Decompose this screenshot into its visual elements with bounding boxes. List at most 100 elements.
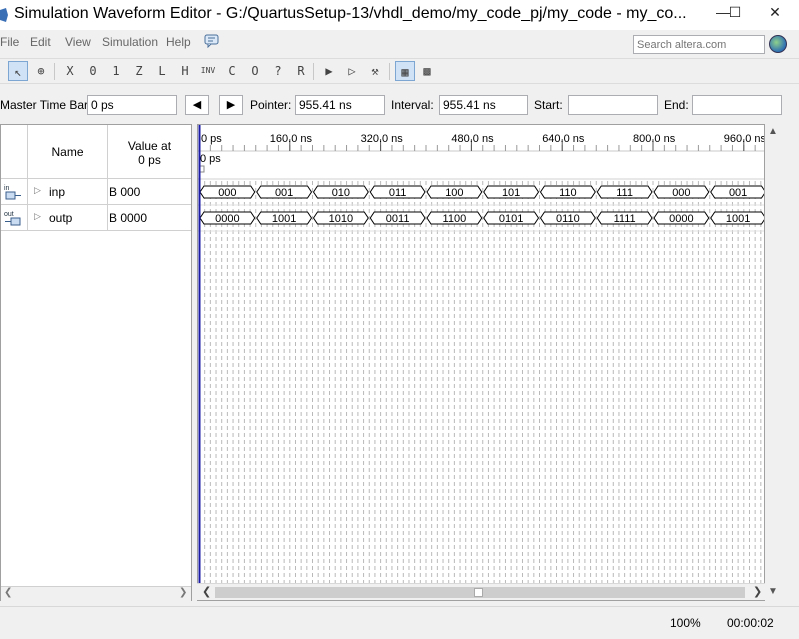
pointer-icon[interactable]: ↖ [8, 61, 28, 81]
ruler-tick-label: 960.0 ns [724, 133, 765, 145]
expand-arrow-icon[interactable]: ▷ [34, 185, 41, 196]
end-field[interactable] [692, 95, 782, 115]
svg-text:out: out [4, 211, 14, 218]
cursor-handle-icon [199, 165, 205, 173]
random-value-icon[interactable]: R [291, 61, 311, 81]
menu-edit[interactable]: Edit [30, 35, 51, 49]
zoom-level: 100% [670, 616, 701, 630]
bus-value-label: 000 [218, 187, 236, 199]
toolbar-separator [54, 63, 55, 80]
status-bar: 100% 00:00:02 [0, 606, 799, 639]
master-time-bar-label: Master Time Bar: [0, 98, 92, 112]
ruler-tick-label: 480.0 ns [451, 133, 494, 145]
menu-help[interactable]: Help [166, 35, 191, 49]
snap-grid-icon[interactable]: ▦ [395, 61, 415, 81]
bus-value-label: 1001 [272, 213, 296, 225]
arbitrary-value-icon[interactable]: ? [268, 61, 288, 81]
menu-file[interactable]: File [0, 35, 19, 49]
zoom-icon[interactable]: ⊕ [31, 61, 51, 81]
title-bar: Simulation Waveform Editor - G:/QuartusS… [0, 0, 799, 30]
signal-list-header: Name Value at 0 ps [1, 125, 191, 179]
scroll-right-icon[interactable]: ❯ [179, 587, 187, 598]
bus-value-label: 1001 [726, 213, 750, 225]
high-z-icon[interactable]: Z [129, 61, 149, 81]
scroll-up-icon[interactable]: ▲ [768, 126, 778, 137]
search-input[interactable] [633, 35, 765, 54]
output-pin-icon: out [4, 211, 21, 226]
master-time-bar-field[interactable]: 0 ps [87, 95, 177, 115]
name-column-header[interactable]: Name [27, 125, 107, 179]
waveform-panel[interactable]: 0 ps 160.0 ns 320.0 ns 480.0 ns 640.0 ns 800.… [197, 124, 765, 601]
force-high-icon[interactable]: 1 [106, 61, 126, 81]
pointer-field[interactable]: 955.41 ns [295, 95, 385, 115]
bus-value-label: 110 [559, 187, 577, 199]
value-column-header[interactable]: Value at 0 ps [107, 125, 191, 179]
svg-text:in: in [4, 185, 10, 192]
value-header-line2: 0 ps [138, 153, 161, 167]
force-low-icon[interactable]: 0 [83, 61, 103, 81]
signal-value: B 0000 [109, 211, 148, 225]
bus-value-label: 0011 [386, 213, 410, 225]
bus-value-label: 1010 [329, 213, 353, 225]
signal-row[interactable]: out ▷ outp B 0000 [1, 205, 191, 231]
scroll-down-icon[interactable]: ▼ [768, 586, 778, 597]
bus-value-label: 111 [616, 187, 633, 199]
waveform-canvas[interactable]: 0 ps 160.0 ns 320.0 ns 480.0 ns 640.0 ns 800.… [198, 125, 765, 601]
count-value-icon[interactable]: C [222, 61, 242, 81]
signal-list-hscrollbar[interactable]: ❮ ❯ [1, 586, 191, 601]
unknown-x-icon[interactable]: X [60, 61, 80, 81]
bus-value-label: 101 [502, 187, 520, 199]
waveform-hscrollbar[interactable]: ❮ ❯ [197, 583, 765, 600]
bus-value-label: 000 [672, 187, 690, 199]
input-pin-icon: in [4, 185, 21, 200]
ruler-tick-label: 160.0 ns [270, 133, 313, 145]
functional-sim-icon[interactable]: ▶ [319, 61, 339, 81]
scroll-right-icon[interactable]: ❯ [753, 585, 762, 598]
start-field[interactable] [568, 95, 658, 115]
time-bar-row: Master Time Bar: 0 ps ◀ ▶ Pointer: 955.4… [0, 92, 799, 118]
signal-row[interactable]: in ▷ inp B 000 [1, 179, 191, 205]
netlist-icon[interactable]: ⚒ [365, 61, 385, 81]
value-header-line1: Value at [127, 139, 172, 153]
scroll-grip[interactable] [474, 588, 483, 597]
signal-name: inp [49, 185, 66, 199]
next-transition-button[interactable]: ▶ [219, 95, 243, 115]
timing-sim-icon[interactable]: ▷ [342, 61, 362, 81]
bus-value-label: 010 [332, 187, 350, 199]
bus-value-label: 100 [445, 187, 463, 199]
globe-icon[interactable] [769, 35, 787, 53]
grid-icon[interactable]: ▩ [417, 61, 437, 81]
overwrite-clock-icon[interactable]: O [245, 61, 265, 81]
signal-value: B 000 [109, 185, 141, 199]
toolbar: ↖ ⊕ X 0 1 Z L H INV C O? R ▶ ▷ ⚒ ▦ ▩ [0, 58, 799, 84]
waveform-editor-window: Simulation Waveform Editor - G:/QuartusS… [0, 0, 799, 639]
maximize-button[interactable]: ☐ [720, 0, 750, 26]
end-label: End: [664, 98, 689, 112]
invert-icon[interactable]: INV [198, 61, 218, 81]
ruler-tick-label: 0 ps [201, 133, 222, 145]
bus-value-label: 1111 [614, 213, 636, 225]
elapsed-time: 00:00:02 [727, 616, 774, 630]
signal-list-panel: Name Value at 0 ps in ▷ inp B 000 out ▷ … [0, 124, 192, 601]
weak-low-icon[interactable]: L [152, 61, 172, 81]
help-bubble-icon[interactable] [204, 34, 220, 48]
prev-transition-button[interactable]: ◀ [185, 95, 209, 115]
bus-value-label: 011 [389, 187, 407, 199]
scroll-left-icon[interactable]: ❮ [4, 587, 12, 598]
scroll-left-icon[interactable]: ❮ [202, 585, 211, 598]
expand-arrow-icon[interactable]: ▷ [34, 211, 41, 222]
ruler-tick-label: 640.0 ns [542, 133, 585, 145]
menu-view[interactable]: View [65, 35, 91, 49]
bus-value-label: 001 [729, 187, 747, 199]
start-label: Start: [534, 98, 563, 112]
close-button[interactable]: ✕ [755, 0, 795, 26]
pointer-label: Pointer: [250, 98, 292, 112]
bus-value-label: 001 [275, 187, 293, 199]
toolbar-separator [389, 63, 390, 80]
bus-value-label: 1100 [443, 213, 467, 225]
interval-field[interactable]: 955.41 ns [439, 95, 528, 115]
weak-high-icon[interactable]: H [175, 61, 195, 81]
menu-simulation[interactable]: Simulation [102, 35, 158, 49]
toolbar-separator [313, 63, 314, 80]
waveform-vscrollbar[interactable]: ▲ ▼ [765, 124, 781, 601]
